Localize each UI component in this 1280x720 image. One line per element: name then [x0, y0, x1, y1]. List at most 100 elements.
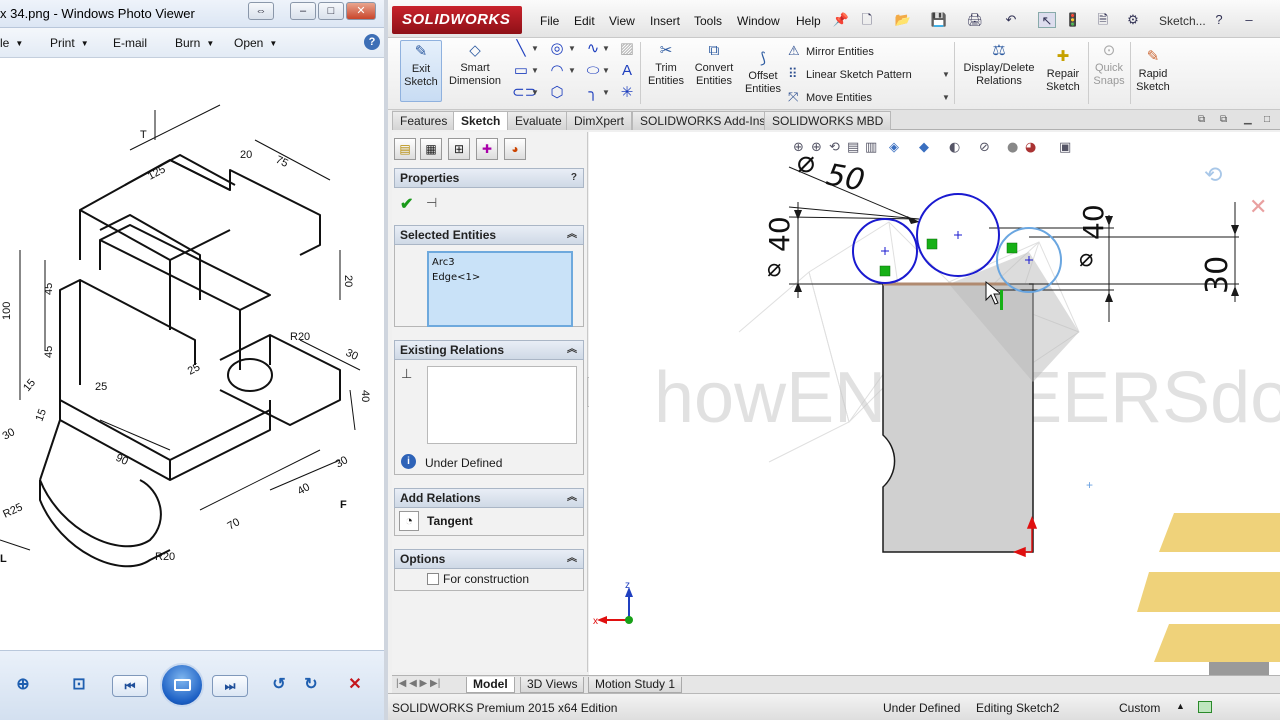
options-header[interactable]: Options ︽ [394, 549, 584, 569]
point-icon[interactable]: ✳ [618, 84, 636, 102]
dynamic-annotation-icon[interactable]: ▥ [865, 140, 877, 155]
print-icon[interactable]: 🖨 [966, 12, 984, 28]
pin-icon[interactable]: 📌 [832, 12, 850, 28]
tangent-relation-icon[interactable] [879, 265, 891, 277]
tab-dimxpert[interactable]: DimXpert [566, 111, 633, 130]
list-item[interactable]: Edge<1> [432, 270, 568, 285]
collapse-icon[interactable]: ︽ [567, 489, 577, 507]
save-icon[interactable]: 💾 [930, 12, 948, 28]
existing-relations-header[interactable]: Existing Relations ︽ [394, 340, 584, 360]
dimxpert-manager-icon[interactable]: ✚ [476, 138, 498, 160]
move-entities-button[interactable]: ⤧ Move Entities [788, 89, 872, 105]
selected-entities-list[interactable]: Arc3 Edge<1> [427, 251, 573, 327]
tab-addins[interactable]: SOLIDWORKS Add-Ins [632, 111, 774, 130]
list-item[interactable]: Arc3 [432, 255, 568, 270]
circle-icon[interactable]: ◎ [548, 40, 566, 58]
file-menu[interactable]: le ▼ [0, 36, 23, 50]
existing-relations-list[interactable] [427, 366, 577, 444]
feature-manager-icon[interactable]: ▤ [394, 138, 416, 160]
slot-icon[interactable]: ⊂⊃ [512, 84, 537, 102]
chevron-down-icon[interactable]: ▼ [568, 66, 576, 75]
appearance-icon[interactable]: ● [1007, 140, 1018, 155]
tab-evaluate[interactable]: Evaluate [507, 111, 570, 130]
maximize-icon[interactable]: □ [1264, 114, 1270, 125]
open-folder-icon[interactable]: 📂 [894, 12, 912, 28]
tab-features[interactable]: Features [392, 111, 456, 130]
display-style-icon[interactable]: ◆ [919, 140, 929, 155]
chevron-down-icon[interactable]: ▼ [531, 66, 539, 75]
view-settings-icon[interactable]: ▣ [1059, 140, 1071, 155]
menu-view[interactable]: View [609, 14, 635, 28]
restore-icon[interactable]: ⇔ [248, 2, 274, 20]
polygon-icon[interactable]: ⬡ [548, 84, 566, 102]
ellipse-icon[interactable]: ⬭ [584, 62, 602, 80]
chevron-down-icon[interactable]: ▼ [942, 70, 950, 79]
dimension-30[interactable]: 30 [1200, 256, 1235, 294]
exit-sketch-x-icon[interactable]: ✕ [1249, 194, 1267, 219]
trim-entities-button[interactable]: ✂ Trim Entities [644, 42, 688, 88]
smart-dimension-button[interactable]: ◇ Smart Dimension [446, 42, 504, 88]
tab-sketch[interactable]: Sketch [453, 111, 509, 130]
solidworks-logo[interactable]: SOLIDWORKS [392, 6, 522, 34]
close-button[interactable]: ✕ [346, 2, 376, 20]
chevron-down-icon[interactable]: ▼ [531, 88, 539, 97]
confirmation-corner-icon[interactable]: ⟲ [1204, 162, 1222, 187]
repair-sketch-button[interactable]: ✚ Repair Sketch [1042, 48, 1084, 94]
collapse-icon[interactable]: ︽ [567, 341, 577, 359]
email-button[interactable]: E-mail [113, 36, 147, 50]
rectangle-icon[interactable]: ▭ [512, 62, 530, 80]
scene-icon[interactable]: ◕ [1025, 140, 1036, 155]
file-properties-icon[interactable]: 🗎 [1094, 12, 1112, 28]
ok-checkmark-icon[interactable]: ✔ [400, 194, 413, 214]
actual-size-icon[interactable]: ⊡ [66, 673, 92, 697]
text-icon[interactable]: A [618, 62, 636, 80]
fillet-icon[interactable]: ╮ [584, 84, 602, 102]
scroll-arrows-icon[interactable]: |◀ ◀ ▶ ▶| [396, 678, 440, 689]
open-menu[interactable]: Open ▼ [234, 36, 277, 50]
search-commands[interactable]: Sketch... [1159, 14, 1206, 28]
chevron-down-icon[interactable]: ▼ [602, 88, 610, 97]
minimize-icon[interactable]: ▁ [1244, 114, 1252, 125]
print-menu[interactable]: Print ▼ [50, 36, 89, 50]
minimize-button[interactable]: – [290, 2, 316, 20]
quick-snaps-button[interactable]: ⊙ Quick Snaps [1090, 42, 1128, 88]
menu-help[interactable]: Help [796, 14, 821, 28]
rebuild-icon[interactable]: 🚦 [1064, 12, 1082, 28]
plane-icon[interactable]: ▨ [618, 40, 636, 58]
mirror-entities-button[interactable]: ⚠ Mirror Entities [788, 43, 874, 59]
tab-3d-views[interactable]: 3D Views [520, 677, 585, 693]
zoom-icon[interactable]: ⊕ [10, 673, 36, 697]
help-icon[interactable]: ? [571, 169, 577, 187]
maximize-button[interactable]: □ [318, 2, 344, 20]
line-icon[interactable]: ╲ [512, 40, 530, 58]
property-manager-icon[interactable]: ▦ [420, 138, 442, 160]
rotate-clockwise-icon[interactable]: ↻ [298, 673, 324, 697]
dimension-diameter-50[interactable]: 50 [824, 157, 868, 198]
menu-edit[interactable]: Edit [574, 14, 595, 28]
dimension-diameter-40-left[interactable]: 40 [763, 216, 796, 252]
rapid-sketch-button[interactable]: ✎ Rapid Sketch [1134, 48, 1172, 94]
undo-icon[interactable]: ↶ [1002, 12, 1020, 28]
previous-view-icon[interactable]: ⟲ [829, 140, 840, 155]
burn-menu[interactable]: Burn ▼ [175, 36, 214, 50]
tangent-relation-button[interactable]: ◔ Tangent [399, 511, 579, 531]
tab-mbd[interactable]: SOLIDWORKS MBD [764, 111, 892, 130]
hide-items-icon[interactable]: ⊘ [979, 140, 990, 155]
dimension-diameter-40-right[interactable]: 40 [1077, 204, 1110, 240]
help-question-icon[interactable]: ? [1210, 12, 1228, 28]
units-selector[interactable]: Custom [1119, 701, 1160, 715]
add-relations-header[interactable]: Add Relations ︽ [394, 488, 584, 508]
view-orientation-icon[interactable]: ◈ [889, 140, 899, 155]
exit-sketch-button[interactable]: ✎ Exit Sketch [400, 40, 442, 102]
tangent-relation-icon[interactable] [1006, 242, 1018, 254]
selected-entities-header[interactable]: Selected Entities ︽ [394, 225, 584, 245]
collapse-icon[interactable]: ︽ [567, 550, 577, 568]
chevron-down-icon[interactable]: ▼ [602, 44, 610, 53]
chevron-down-icon[interactable]: ▼ [531, 44, 539, 53]
next-icon[interactable]: ⏭ [212, 675, 248, 697]
sketch-canvas[interactable]: howENGINEERSdoit! ⊕ ⊕ ⟲ ▤ ▥ ◈ ◆ ◐ ⊘ ● ◕ … [589, 132, 1280, 675]
help-icon[interactable]: ? [364, 34, 380, 50]
hide-show-items-icon[interactable]: ◐ [949, 140, 960, 155]
graphics-viewport[interactable]: howENGINEERSdoit! ⊕ ⊕ ⟲ ▤ ▥ ◈ ◆ ◐ ⊘ ● ◕ … [589, 132, 1280, 675]
pushpin-icon[interactable]: ⊣ [426, 195, 437, 211]
